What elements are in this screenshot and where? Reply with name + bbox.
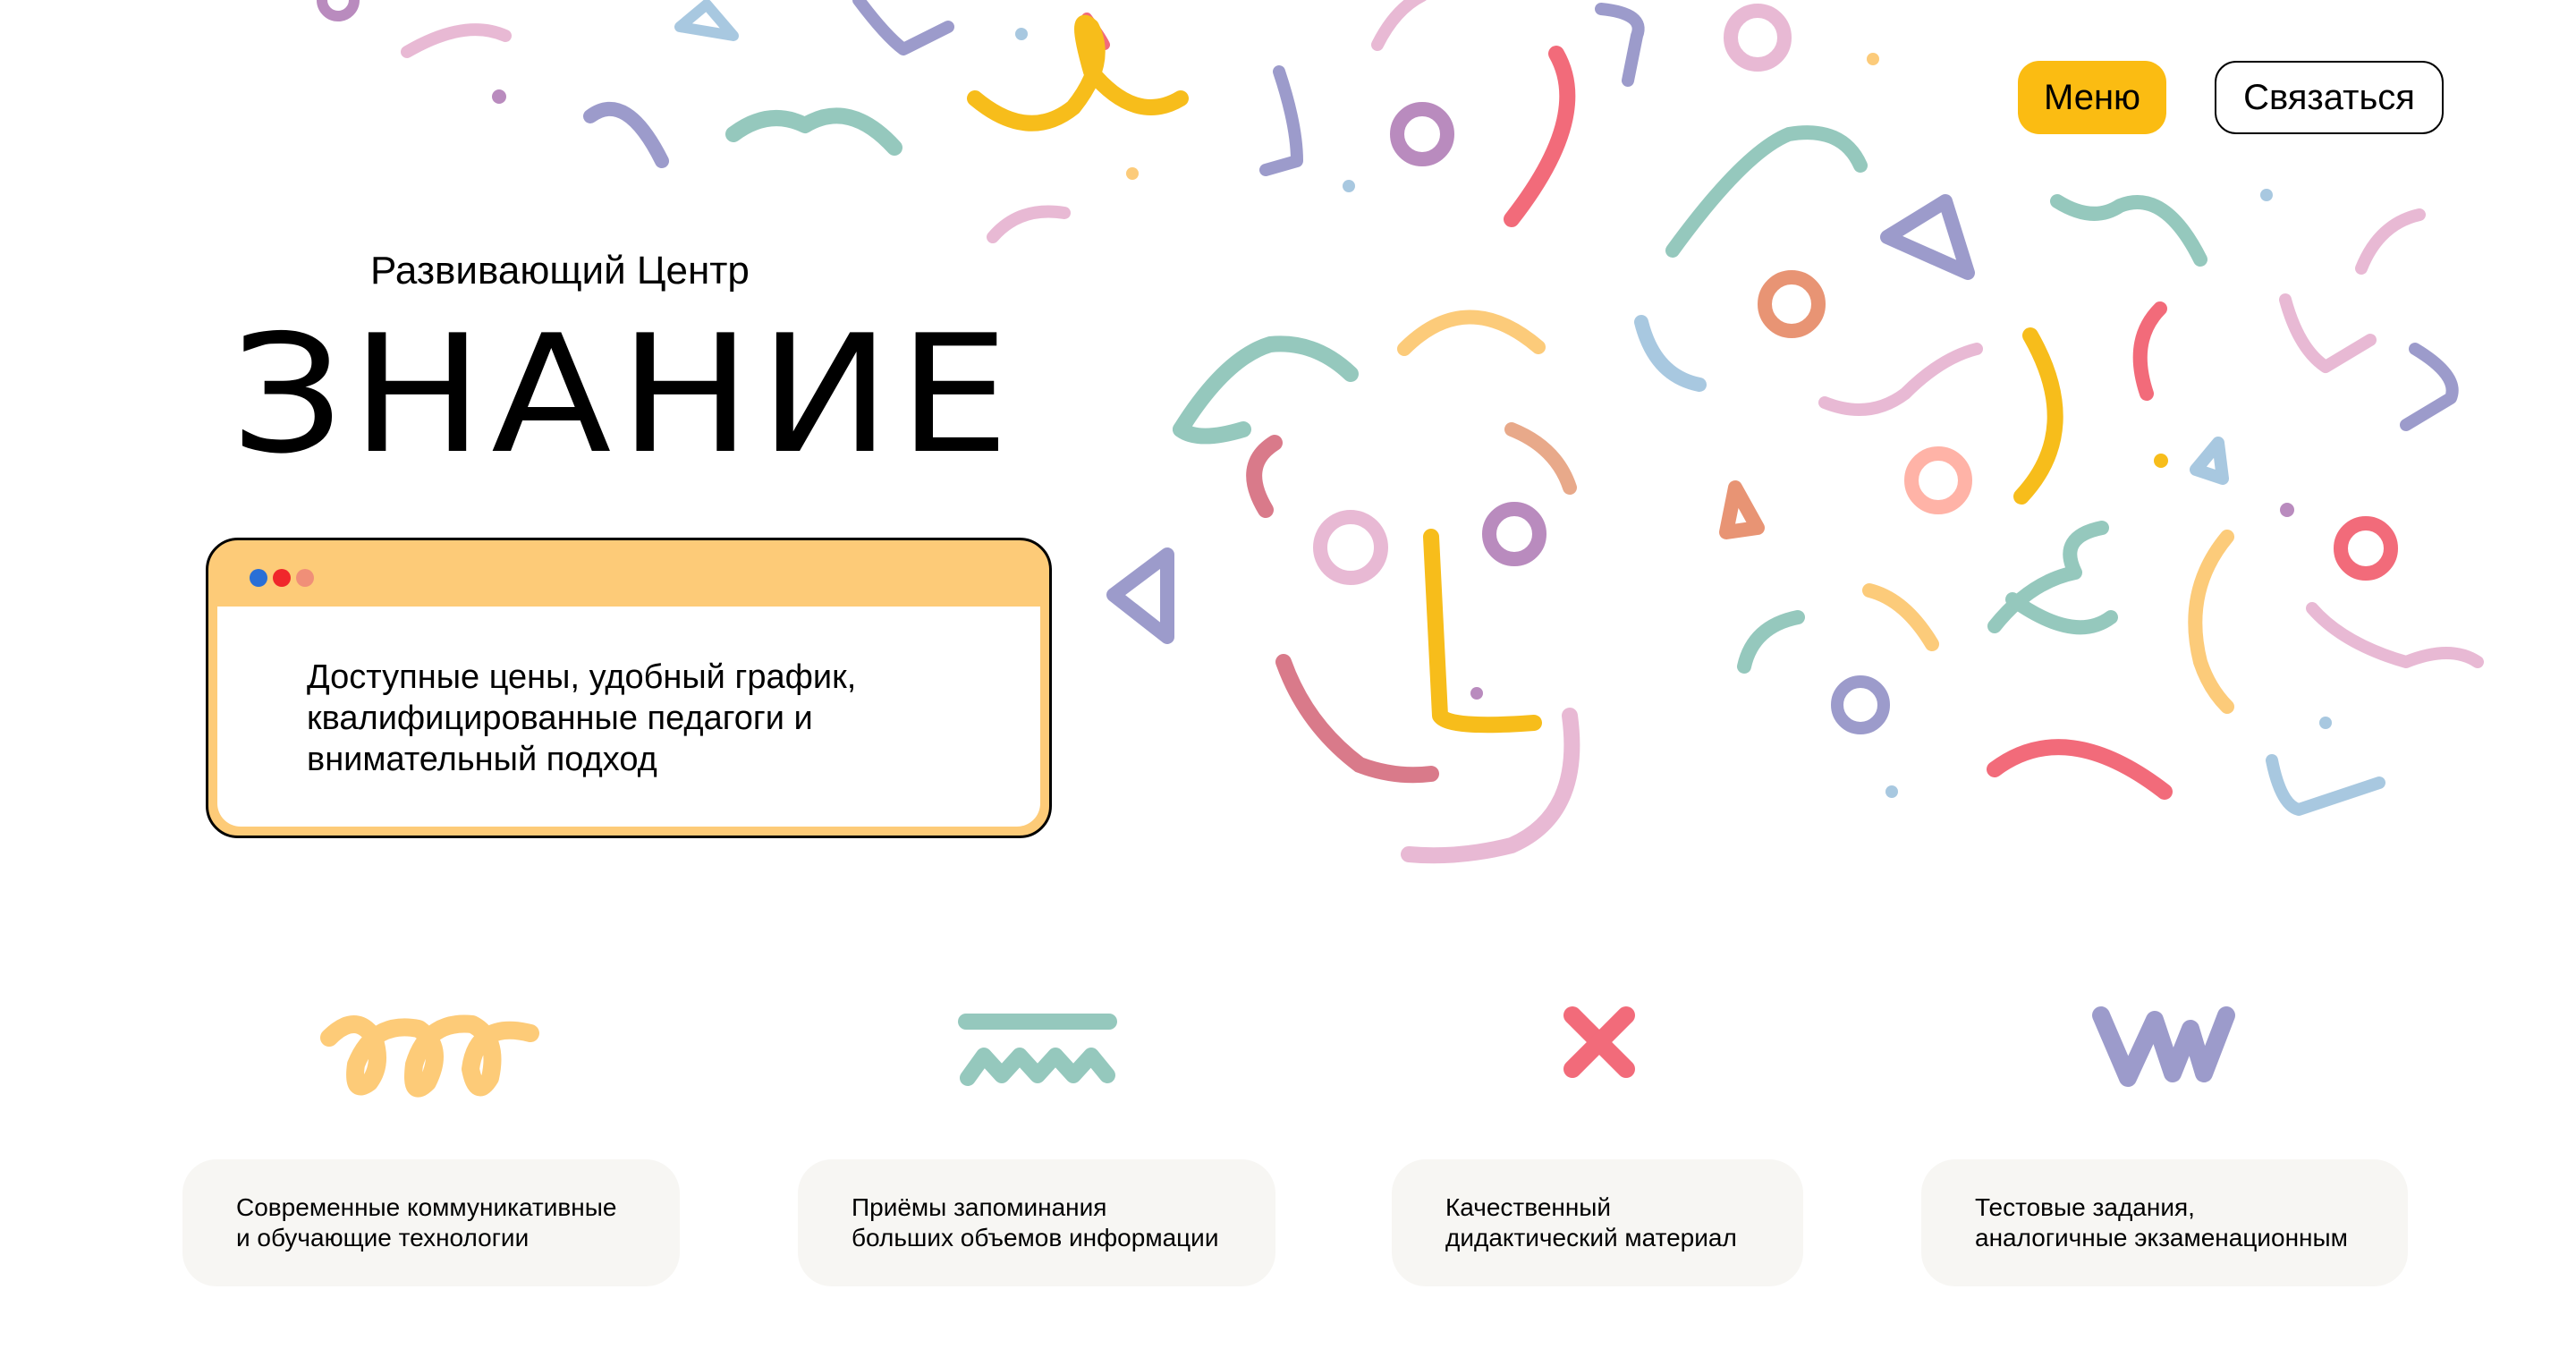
window-dot-red-icon — [273, 569, 291, 587]
contact-button[interactable]: Связаться — [2215, 61, 2444, 134]
window-dot-blue-icon — [250, 569, 267, 587]
feature-text: Тестовые задания, аналогичные экзаменаци… — [1975, 1193, 2348, 1251]
feature-text: Современные коммуникативные и обучающие … — [236, 1193, 617, 1251]
feature-card-materials: Качественный дидактический материал — [1392, 1159, 1803, 1286]
feature-text: Приёмы запоминания больших объемов инфор… — [852, 1193, 1219, 1251]
feature-text: Качественный дидактический материал — [1445, 1193, 1737, 1251]
cross-doodle-icon — [1563, 1006, 1635, 1078]
feature-card-tests: Тестовые задания, аналогичные экзаменаци… — [1921, 1159, 2408, 1286]
feature-card-technologies: Современные коммуникативные и обучающие … — [182, 1159, 680, 1286]
window-dot-salmon-icon — [296, 569, 314, 587]
window-dots — [250, 569, 314, 587]
loops-doodle-icon — [320, 1014, 539, 1098]
menu-button[interactable]: Меню — [2018, 61, 2166, 134]
page-title: ЗНАНИЕ — [231, 300, 1018, 489]
info-card-text: Доступные цены, удобный график, квалифиц… — [307, 658, 857, 778]
page-subtitle: Развивающий Центр — [370, 249, 750, 293]
info-card: Доступные цены, удобный график, квалифиц… — [206, 538, 1052, 838]
line-zigzag-doodle-icon — [958, 1014, 1117, 1086]
feature-card-memory: Приёмы запоминания больших объемов инфор… — [798, 1159, 1275, 1286]
w-doodle-icon — [2092, 1006, 2235, 1087]
info-card-body: Доступные цены, удобный график, квалифиц… — [217, 607, 1040, 827]
